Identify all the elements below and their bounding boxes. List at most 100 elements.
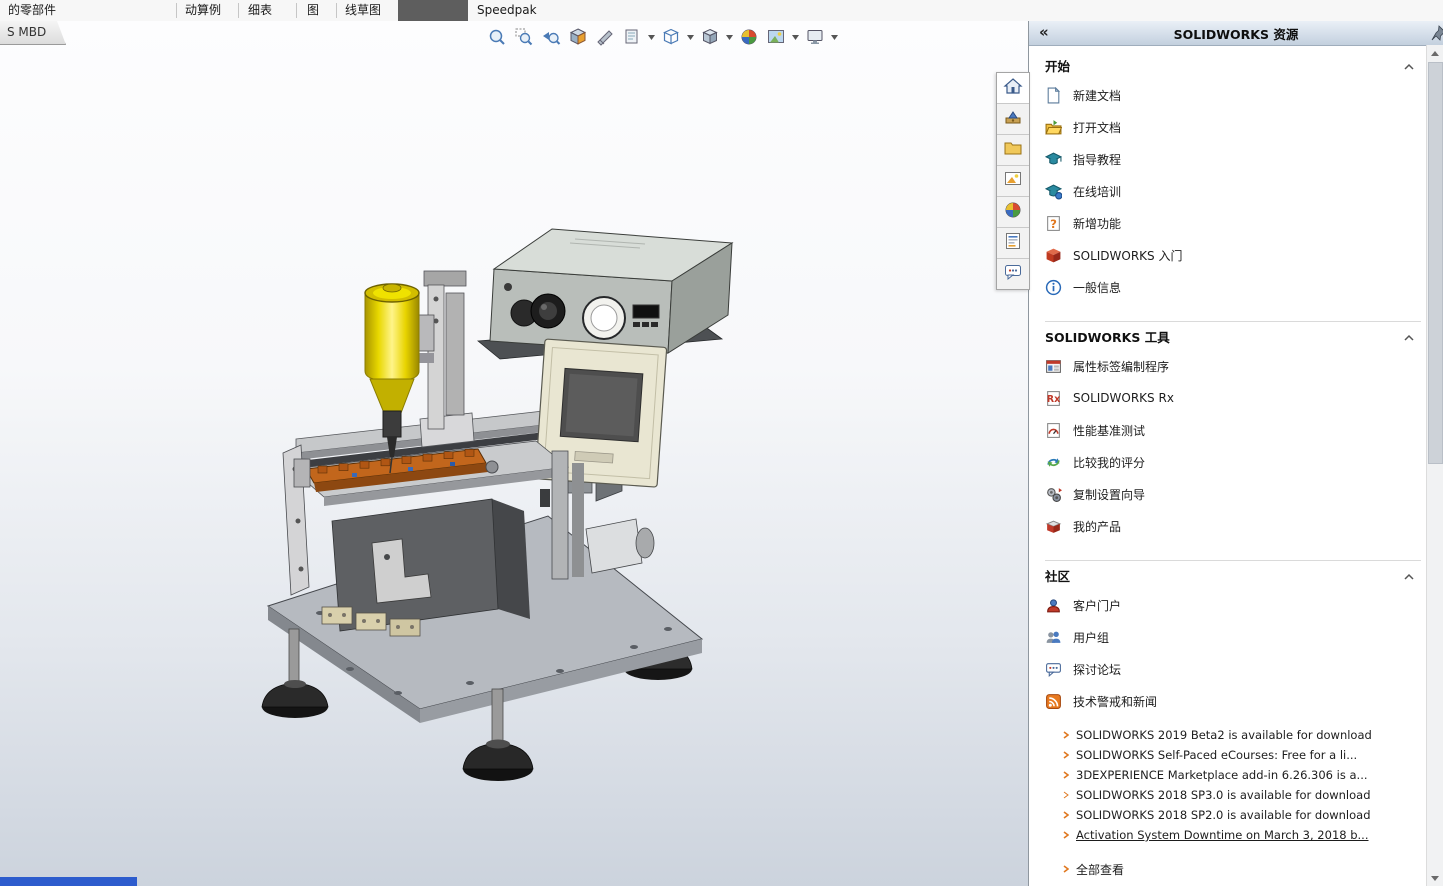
view-all-link[interactable]: 全部查看: [1063, 859, 1421, 879]
task-pane-title: SOLIDWORKS 资源: [1174, 24, 1299, 43]
gears-icon: [1045, 486, 1062, 503]
view-orientation-icon[interactable]: [658, 26, 683, 48]
open-document-icon: [1045, 119, 1062, 136]
toolbar-separator: [296, 3, 297, 18]
resource-item-general-info[interactable]: 一般信息: [1045, 271, 1421, 303]
resource-item-copy-settings-wizard[interactable]: 复制设置向导: [1045, 478, 1421, 510]
news-item[interactable]: Activation System Downtime on March 3, 2…: [1063, 825, 1421, 845]
info-icon: [1045, 279, 1062, 296]
news-bullet-icon: [1063, 788, 1069, 802]
folder-icon: [1003, 138, 1023, 162]
toolbar-separator: [238, 3, 239, 18]
section-header-community[interactable]: 社区: [1045, 561, 1421, 589]
toolbar-tab-speedpak[interactable]: Speedpak: [477, 0, 537, 21]
assembly-model-dispensing-machine[interactable]: [0, 21, 1028, 886]
resource-item-whats-new[interactable]: ? 新增功能: [1045, 207, 1421, 239]
forum-bubble-icon: [1045, 661, 1062, 678]
scroll-up-icon[interactable]: [1427, 45, 1443, 61]
solidworks-window: 的零部件 动算例 细表 图 线草图 Speedpak: [0, 0, 1443, 886]
graphics-viewport[interactable]: S MBD: [0, 21, 1028, 886]
appearances-scenes-tab[interactable]: [997, 197, 1029, 228]
section-title: SOLIDWORKS 工具: [1045, 327, 1170, 346]
toolbar-tab-bom[interactable]: 细表: [248, 0, 272, 21]
solidworks-forum-tab[interactable]: [997, 259, 1029, 289]
resource-item-solidworks-rx[interactable]: Rx SOLIDWORKS Rx: [1045, 382, 1421, 414]
chevron-up-icon[interactable]: [1403, 327, 1415, 346]
pushpin-icon[interactable]: [1431, 25, 1443, 45]
task-pane-tab-strip: [996, 72, 1030, 290]
custom-properties-tab[interactable]: [997, 228, 1029, 259]
dropdown-caret-icon[interactable]: [790, 26, 800, 48]
view-palette-icon: [1003, 169, 1023, 193]
section-header-start[interactable]: 开始: [1045, 51, 1421, 79]
resource-item-new-document[interactable]: 新建文档: [1045, 79, 1421, 111]
section-header-tools[interactable]: SOLIDWORKS 工具: [1045, 322, 1421, 350]
resource-item-tutorials[interactable]: 指导教程: [1045, 143, 1421, 175]
view-palette-tab[interactable]: [997, 166, 1029, 197]
zoom-to-area-icon[interactable]: [511, 26, 536, 48]
online-training-icon: [1045, 183, 1062, 200]
display-style-icon[interactable]: [697, 26, 722, 48]
resource-item-property-tab-builder[interactable]: 属性标签编制程序: [1045, 350, 1421, 382]
taskbar-fragment: [0, 877, 137, 886]
display-states-icon[interactable]: [619, 26, 644, 48]
toolbar-active-tab[interactable]: [398, 0, 468, 21]
news-bullet-icon: [1063, 808, 1069, 822]
news-bullet-icon: [1063, 748, 1069, 762]
news-item[interactable]: SOLIDWORKS 2018 SP3.0 is available for d…: [1063, 785, 1421, 805]
view-settings-icon[interactable]: [802, 26, 827, 48]
toolbar-separator: [336, 3, 337, 18]
news-item[interactable]: SOLIDWORKS 2019 Beta2 is available for d…: [1063, 725, 1421, 745]
scroll-down-icon[interactable]: [1427, 870, 1443, 886]
design-library-tab[interactable]: [997, 104, 1029, 135]
headsup-view-toolbar: [484, 26, 839, 48]
toolbar-tab-motion-study[interactable]: 动算例: [185, 0, 221, 21]
news-list: SOLIDWORKS 2019 Beta2 is available for d…: [1063, 725, 1421, 845]
toolbar-tab-sketch[interactable]: 线草图: [345, 0, 381, 21]
section-view-icon[interactable]: [565, 26, 590, 48]
annotation-view-icon[interactable]: [592, 26, 617, 48]
new-document-icon: [1045, 87, 1062, 104]
resource-item-my-products[interactable]: 我的产品: [1045, 510, 1421, 542]
resource-item-performance-benchmark[interactable]: 性能基准测试: [1045, 414, 1421, 446]
resource-item-online-training[interactable]: 在线培训: [1045, 175, 1421, 207]
dropdown-caret-icon[interactable]: [646, 26, 656, 48]
section-title: 开始: [1045, 56, 1070, 75]
file-explorer-tab[interactable]: [997, 135, 1029, 166]
customer-portal-icon: [1045, 597, 1062, 614]
top-toolbar: 的零部件 动算例 细表 图 线草图 Speedpak: [0, 0, 1443, 22]
toolbar-tab-drawing[interactable]: 图: [307, 0, 319, 21]
task-pane-header: « SOLIDWORKS 资源: [1029, 21, 1443, 46]
scrollbar-thumb[interactable]: [1428, 62, 1443, 464]
rx-icon: Rx: [1045, 390, 1062, 407]
svg-text:Rx: Rx: [1047, 394, 1061, 405]
dropdown-caret-icon[interactable]: [724, 26, 734, 48]
custom-properties-icon: [1003, 231, 1023, 255]
toolbar-separator: [176, 3, 177, 18]
collapse-pane-button[interactable]: «: [1039, 21, 1049, 44]
toolbar-tab-components[interactable]: 的零部件: [8, 0, 56, 21]
red-cube-icon: [1045, 247, 1062, 264]
apply-scene-icon[interactable]: [763, 26, 788, 48]
dropdown-caret-icon[interactable]: [685, 26, 695, 48]
resource-item-tech-alerts-news[interactable]: 技术警戒和新闻: [1045, 685, 1421, 717]
edit-appearance-icon[interactable]: [736, 26, 761, 48]
resource-item-user-groups[interactable]: 用户组: [1045, 621, 1421, 653]
resource-item-open-document[interactable]: 打开文档: [1045, 111, 1421, 143]
compare-arrows-icon: [1045, 454, 1062, 471]
resource-item-discussion-forum[interactable]: 探讨论坛: [1045, 653, 1421, 685]
chevron-up-icon[interactable]: [1403, 566, 1415, 585]
dropdown-caret-icon[interactable]: [829, 26, 839, 48]
previous-view-icon[interactable]: [538, 26, 563, 48]
chevron-up-icon[interactable]: [1403, 56, 1415, 75]
resource-item-compare-my-score[interactable]: 比较我的评分: [1045, 446, 1421, 478]
task-pane-scrollbar[interactable]: [1426, 45, 1443, 886]
commandmanager-tab-mbd[interactable]: S MBD: [0, 21, 66, 45]
zoom-to-fit-icon[interactable]: [484, 26, 509, 48]
news-item[interactable]: SOLIDWORKS 2018 SP2.0 is available for d…: [1063, 805, 1421, 825]
news-item[interactable]: SOLIDWORKS Self-Paced eCourses: Free for…: [1063, 745, 1421, 765]
news-item[interactable]: 3DEXPERIENCE Marketplace add-in 6.26.306…: [1063, 765, 1421, 785]
solidworks-resources-tab[interactable]: [997, 73, 1029, 104]
resource-item-customer-portal[interactable]: 客户门户: [1045, 589, 1421, 621]
resource-item-introducing-solidworks[interactable]: SOLIDWORKS 入门: [1045, 239, 1421, 271]
